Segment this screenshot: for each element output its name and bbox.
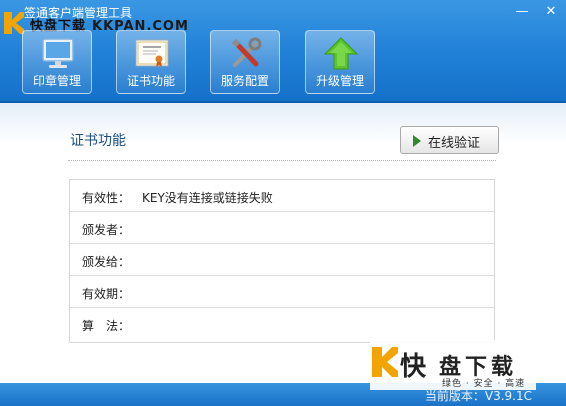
certificate-info-table: 有效性： KEY没有连接或链接失败 颁发者： 颁发给： 有效期： 算 法： xyxy=(69,179,495,343)
info-row-issuer: 颁发者： xyxy=(70,212,494,244)
kkpan-logo-icon xyxy=(4,12,24,34)
online-verify-label: 在线验证 xyxy=(428,136,481,151)
info-row-validity: 有效性： KEY没有连接或链接失败 xyxy=(70,180,494,212)
toolbar-label: 印章管理 xyxy=(32,74,81,88)
row-label: 颁发者： xyxy=(82,223,131,237)
online-verify-button[interactable]: 在线验证 xyxy=(400,126,499,154)
info-row-validity-period: 有效期： xyxy=(70,276,494,308)
toolbar-upgrade-management[interactable]: 升级管理 xyxy=(305,30,375,94)
minimize-button[interactable]: — xyxy=(512,4,532,20)
row-value: KEY没有连接或链接失败 xyxy=(142,191,273,205)
section-divider xyxy=(68,160,496,161)
toolbar-seal-management[interactable]: 印章管理 xyxy=(22,30,92,94)
row-label: 有效性： xyxy=(82,191,131,205)
close-button[interactable]: ✕ xyxy=(541,4,561,20)
toolbar-certificate-functions[interactable]: 证书功能 xyxy=(116,30,186,94)
toolbar-label: 升级管理 xyxy=(315,74,364,88)
kuaipan-logo-icon xyxy=(372,347,398,377)
row-label: 颁发给： xyxy=(82,255,131,269)
info-row-issued-to: 颁发给： xyxy=(70,244,494,276)
toolbar-service-config[interactable]: 服务配置 xyxy=(210,30,280,94)
watermark-slogan: 绿色 · 安全 · 高速 xyxy=(442,379,526,389)
play-icon xyxy=(413,135,421,147)
toolbar-label: 证书功能 xyxy=(126,74,175,88)
row-label: 有效期： xyxy=(82,287,131,301)
tools-icon xyxy=(231,37,262,67)
toolbar-label: 服务配置 xyxy=(220,74,269,88)
watermark-kuaipan: 快 盘 下 载 绿色 · 安全 · 高速 xyxy=(370,340,536,390)
watermark-char: 快 xyxy=(400,352,427,382)
upgrade-arrow-icon xyxy=(323,37,359,70)
row-label: 算 法： xyxy=(82,319,131,333)
monitor-icon xyxy=(42,38,74,68)
info-row-algorithm: 算 法： xyxy=(70,308,494,340)
section-title: 证书功能 xyxy=(70,133,126,149)
certificate-icon xyxy=(135,39,169,67)
